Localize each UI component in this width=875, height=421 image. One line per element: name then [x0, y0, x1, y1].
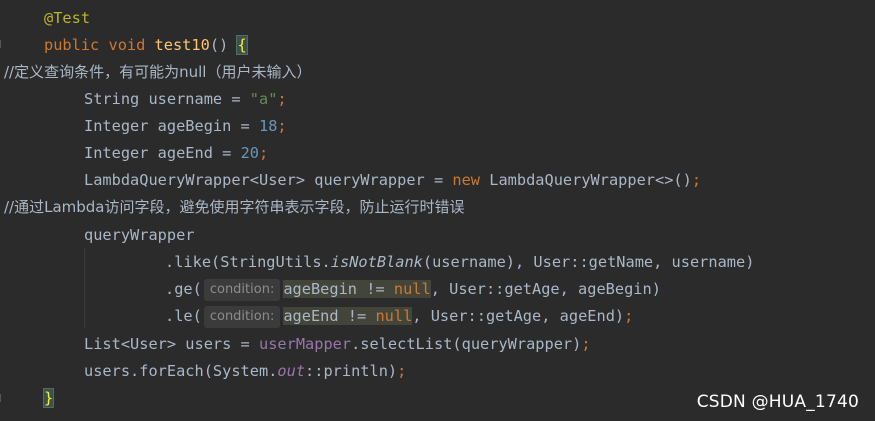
method-chain: .like(StringUtils.	[165, 253, 331, 271]
method-name: test10	[154, 36, 210, 54]
method-args: , User::getAge, ageBegin)	[430, 280, 661, 298]
method-args: , User::getAge, ageEnd)	[412, 307, 625, 325]
declaration-text: List<User> users =	[84, 335, 259, 353]
semicolon-token: ;	[277, 90, 287, 108]
method-chain: .ge(	[165, 280, 202, 298]
method-reference: ::println)	[305, 362, 398, 380]
declaration-text: Integer ageBegin =	[84, 117, 259, 135]
semicolon-token: ;	[397, 362, 407, 380]
keyword-token: null	[375, 307, 413, 325]
declaration-text: String username =	[84, 90, 250, 108]
constructor-call: LambdaQueryWrapper<>()	[480, 171, 692, 189]
method-call: users.forEach(System.	[84, 362, 278, 380]
condition-expression: ageEnd !=	[283, 307, 376, 325]
semicolon-token: ;	[691, 171, 702, 189]
keyword-token: void	[108, 36, 146, 54]
code-line[interactable]: Integer ageBegin = 18;	[84, 113, 287, 140]
keyword-token: new	[452, 171, 481, 189]
code-line[interactable]: }	[42, 385, 55, 412]
code-line[interactable]: public void test10() {	[44, 32, 248, 59]
parameter-hint: condition:	[203, 279, 281, 301]
code-line[interactable]: @Test	[44, 5, 90, 32]
method-call: .selectList(queryWrapper)	[351, 335, 582, 353]
annotation-token: @Test	[44, 9, 91, 27]
comment-text: //定义查询条件，有可能为null（用户未输入）	[4, 63, 312, 81]
method-chain: .le(	[165, 307, 202, 325]
code-line[interactable]: .le(condition: ageEnd != null, User::getA…	[165, 303, 633, 330]
semicolon-token: ;	[277, 117, 287, 135]
code-line[interactable]: String username = "a";	[84, 86, 287, 113]
code-line[interactable]: .ge(condition: ageBegin != null, User::ge…	[165, 276, 661, 303]
static-field-token: out	[277, 362, 306, 380]
static-method-call: isNotBlank	[330, 253, 423, 271]
highlighted-expression: ageBegin != null	[283, 280, 431, 298]
paren-token: ()	[209, 36, 238, 54]
matched-brace: {	[236, 35, 248, 55]
number-literal: 20	[240, 144, 259, 162]
fold-marker-icon[interactable]	[0, 40, 5, 48]
highlighted-expression: ageEnd != null	[283, 307, 413, 325]
code-line[interactable]: Integer ageEnd = 20;	[84, 140, 268, 167]
code-editor[interactable]: @Test public void test10() { //定义查询条件，有可…	[0, 0, 875, 421]
parameter-hint: condition:	[203, 306, 281, 328]
code-line[interactable]: //定义查询条件，有可能为null（用户未输入）	[4, 59, 311, 86]
method-args: (username), User::getName, username)	[422, 253, 755, 271]
code-line[interactable]: //通过Lambda访问字段，避免使用字符串表示字段，防止运行时错误	[4, 194, 465, 221]
indent-guide	[84, 248, 85, 328]
variable-token: queryWrapper	[84, 226, 195, 244]
watermark-text: CSDN @HUA_1740	[696, 392, 859, 412]
string-literal: "a"	[249, 90, 278, 108]
code-line[interactable]: .like(StringUtils.isNotBlank(username), …	[165, 249, 754, 276]
comment-text: //通过Lambda访问字段，避免使用字符串表示字段，防止运行时错误	[4, 198, 465, 216]
code-line[interactable]: List<User> users = userMapper.selectList…	[84, 331, 591, 358]
keyword-token: null	[393, 280, 431, 298]
matched-brace: }	[42, 388, 55, 408]
keyword-token: public	[44, 36, 100, 54]
number-literal: 18	[258, 117, 278, 135]
semicolon-token: ;	[258, 144, 269, 162]
declaration-text: LambdaQueryWrapper<User> queryWrapper =	[84, 171, 453, 189]
code-line[interactable]: LambdaQueryWrapper<User> queryWrapper = …	[84, 167, 701, 194]
declaration-text: Integer ageEnd =	[84, 144, 241, 162]
semicolon-token: ;	[624, 307, 634, 325]
code-line[interactable]: users.forEach(System.out::println);	[84, 358, 406, 385]
semicolon-token: ;	[581, 335, 591, 353]
field-token: userMapper	[258, 335, 352, 353]
fold-marker-icon[interactable]	[0, 394, 5, 402]
code-line[interactable]: queryWrapper	[84, 222, 195, 249]
condition-expression: ageBegin !=	[283, 280, 394, 298]
